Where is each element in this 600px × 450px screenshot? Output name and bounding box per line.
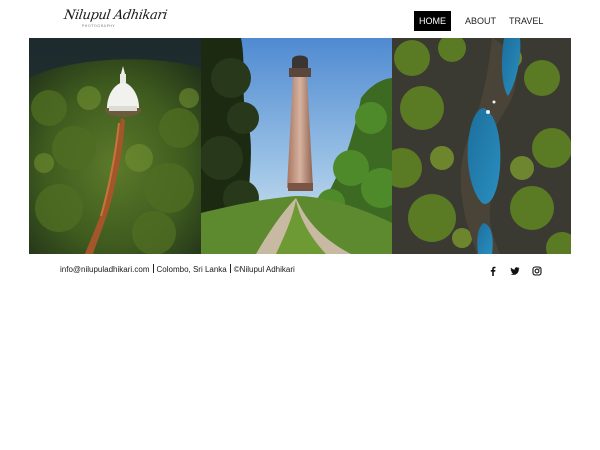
instagram-icon[interactable] [531, 264, 543, 276]
footer-divider [229, 264, 231, 273]
photo-gallery [29, 38, 571, 254]
nav-home[interactable]: HOME [414, 11, 451, 31]
nav-about[interactable]: ABOUT [465, 11, 496, 31]
gallery-photo-gorge[interactable] [392, 38, 571, 254]
nav-travel[interactable]: TRAVEL [509, 11, 543, 31]
gorge-photo-image [392, 38, 571, 254]
footer-email[interactable]: info@nilupuladhikari.com [60, 265, 150, 274]
gallery-photo-lighthouse[interactable] [201, 38, 392, 254]
gallery-photo-stupa[interactable] [29, 38, 201, 254]
stupa-photo-image [29, 38, 201, 254]
footer-contact-info: info@nilupuladhikari.com Colombo, Sri Lan… [60, 264, 295, 274]
footer-divider [152, 264, 154, 273]
footer-copyright: ©Nilupul Adhikari [233, 265, 295, 274]
page: Nilupul Adhikari PHOTOGRAPHY HOME ABOUT … [0, 0, 600, 450]
site-footer: info@nilupuladhikari.com Colombo, Sri Lan… [0, 262, 600, 278]
site-logo[interactable]: Nilupul Adhikari PHOTOGRAPHY [63, 6, 168, 32]
facebook-icon[interactable] [487, 264, 499, 276]
logo-tagline: PHOTOGRAPHY [82, 24, 116, 28]
lighthouse-photo-image [201, 38, 392, 254]
site-header: Nilupul Adhikari PHOTOGRAPHY HOME ABOUT … [0, 0, 600, 38]
twitter-icon[interactable] [509, 264, 521, 276]
footer-location: Colombo, Sri Lanka [156, 265, 227, 274]
logo-signature: Nilupul Adhikari [62, 8, 168, 23]
